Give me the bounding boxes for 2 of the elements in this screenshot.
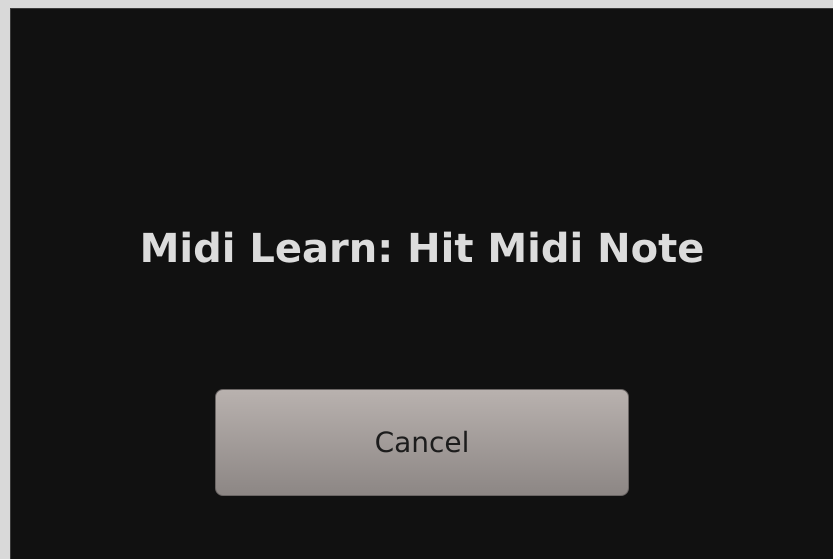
message-text: Midi Learn: Hit Midi Note: [140, 225, 704, 273]
cancel-button[interactable]: Cancel: [215, 389, 629, 496]
